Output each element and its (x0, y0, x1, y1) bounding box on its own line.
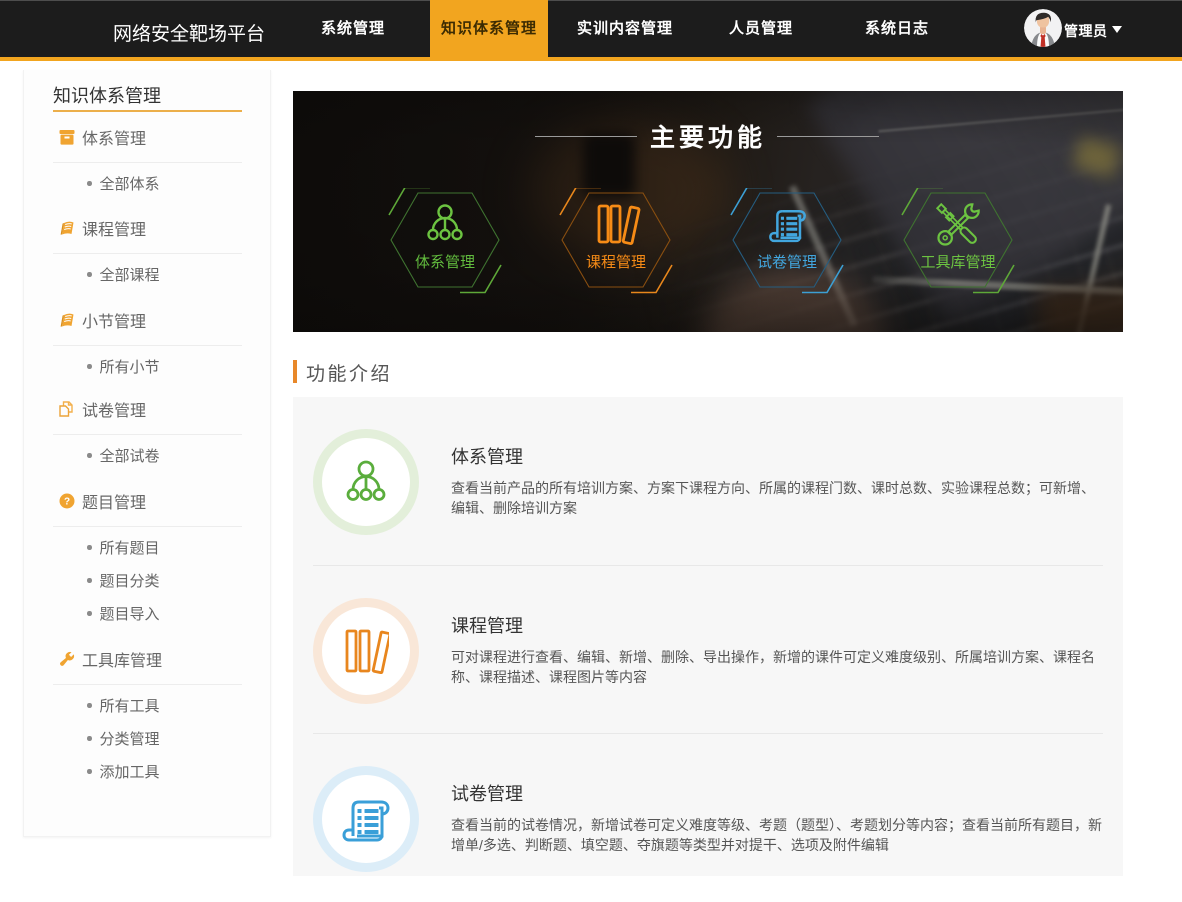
svg-text:?: ? (64, 497, 70, 508)
